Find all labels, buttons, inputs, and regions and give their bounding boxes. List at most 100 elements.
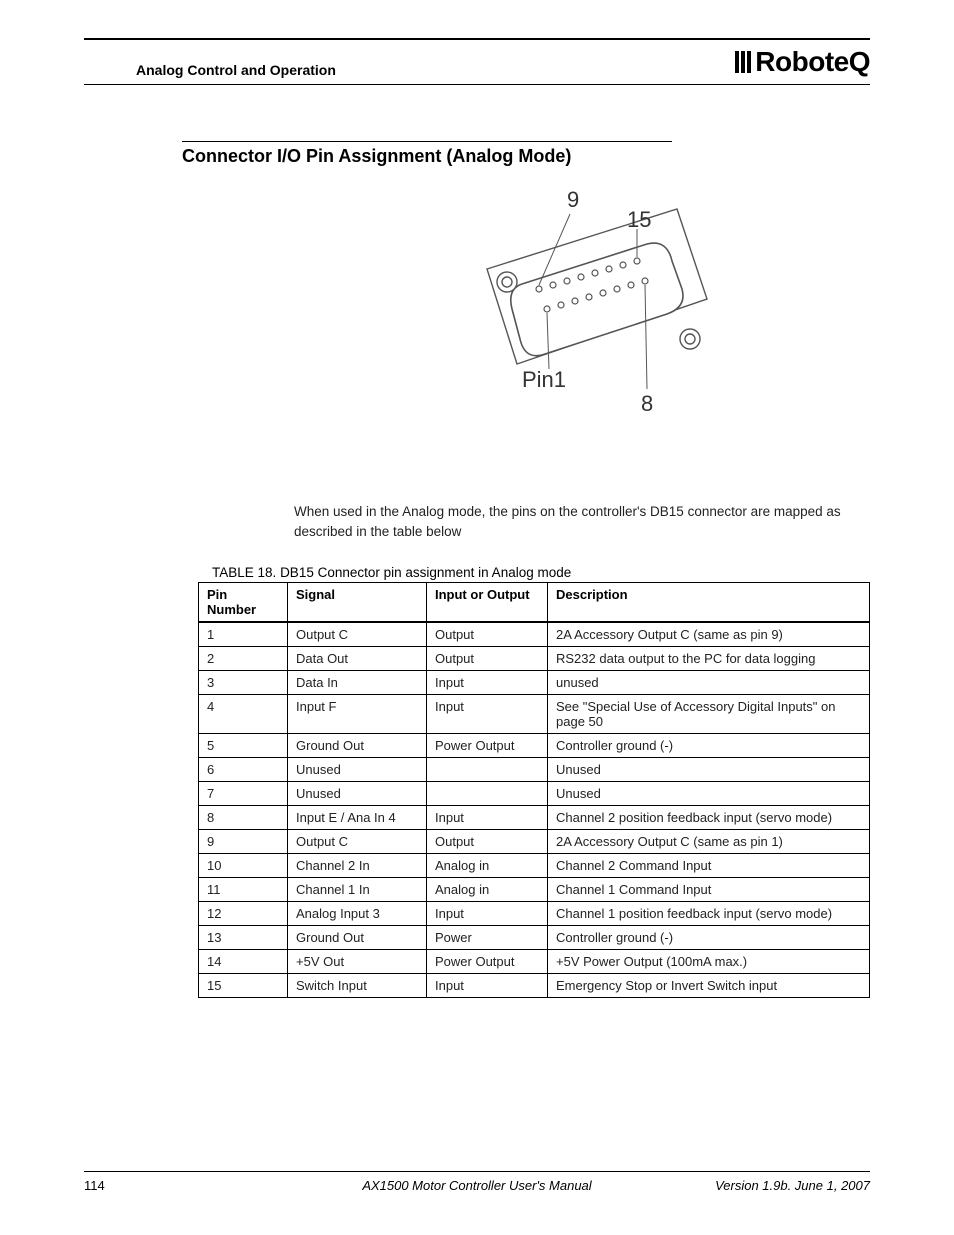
cell-desc: RS232 data output to the PC for data log…: [548, 647, 870, 671]
th-desc: Description: [548, 583, 870, 623]
cell-signal: Data Out: [288, 647, 427, 671]
cell-pin: 7: [199, 782, 288, 806]
page: Analog Control and Operation RoboteQ Con…: [0, 0, 954, 1235]
table-row: 5Ground OutPower OutputController ground…: [199, 734, 870, 758]
cell-pin: 1: [199, 622, 288, 647]
cell-io: Output: [427, 622, 548, 647]
section-title-wrap: Connector I/O Pin Assignment (Analog Mod…: [182, 141, 672, 167]
cell-signal: Ground Out: [288, 926, 427, 950]
brand-text: RoboteQ: [755, 46, 870, 78]
cell-pin: 13: [199, 926, 288, 950]
table-row: 14+5V OutPower Output+5V Power Output (1…: [199, 950, 870, 974]
table-row: 12Analog Input 3InputChannel 1 position …: [199, 902, 870, 926]
cell-signal: Ground Out: [288, 734, 427, 758]
cell-pin: 4: [199, 695, 288, 734]
table-caption: TABLE 18. DB15 Connector pin assignment …: [212, 565, 882, 580]
db15-connector-icon: 9 15 Pin1 8: [467, 189, 747, 439]
cell-signal: Unused: [288, 758, 427, 782]
logo-bars-icon: [735, 51, 751, 73]
cell-pin: 5: [199, 734, 288, 758]
cell-pin: 9: [199, 830, 288, 854]
cell-pin: 15: [199, 974, 288, 998]
table-row: 11Channel 1 InAnalog inChannel 1 Command…: [199, 878, 870, 902]
cell-signal: +5V Out: [288, 950, 427, 974]
cell-desc: 2A Accessory Output C (same as pin 9): [548, 622, 870, 647]
cell-signal: Channel 1 In: [288, 878, 427, 902]
table-row: 3Data InInputunused: [199, 671, 870, 695]
content: Connector I/O Pin Assignment (Analog Mod…: [72, 85, 882, 998]
cell-io: Input: [427, 671, 548, 695]
cell-signal: Data In: [288, 671, 427, 695]
cell-signal: Switch Input: [288, 974, 427, 998]
table-row: 6UnusedUnused: [199, 758, 870, 782]
table-row: 7UnusedUnused: [199, 782, 870, 806]
cell-io: Input: [427, 695, 548, 734]
cell-pin: 14: [199, 950, 288, 974]
cell-signal: Unused: [288, 782, 427, 806]
pin-label-pin1: Pin1: [522, 367, 566, 392]
cell-io: Input: [427, 806, 548, 830]
pin-label-15: 15: [627, 207, 651, 232]
cell-signal: Analog Input 3: [288, 902, 427, 926]
th-pin: Pin Number: [199, 583, 288, 623]
table-caption-text: DB15 Connector pin assignment in Analog …: [280, 565, 571, 580]
cell-desc: Controller ground (-): [548, 926, 870, 950]
brand-logo: RoboteQ: [735, 46, 870, 78]
cell-desc: Emergency Stop or Invert Switch input: [548, 974, 870, 998]
cell-desc: Channel 2 position feedback input (servo…: [548, 806, 870, 830]
cell-desc: Unused: [548, 758, 870, 782]
cell-pin: 8: [199, 806, 288, 830]
footer: 114 AX1500 Motor Controller User's Manua…: [84, 1171, 870, 1193]
th-signal: Signal: [288, 583, 427, 623]
cell-io: Analog in: [427, 878, 548, 902]
cell-signal: Output C: [288, 622, 427, 647]
table-row: 15Switch InputInputEmergency Stop or Inv…: [199, 974, 870, 998]
cell-pin: 6: [199, 758, 288, 782]
table-row: 9Output COutput2A Accessory Output C (sa…: [199, 830, 870, 854]
table-row: 8Input E / Ana In 4InputChannel 2 positi…: [199, 806, 870, 830]
cell-pin: 3: [199, 671, 288, 695]
pin-label-8: 8: [641, 391, 653, 416]
table-row: 1Output COutput2A Accessory Output C (sa…: [199, 622, 870, 647]
cell-pin: 10: [199, 854, 288, 878]
cell-io: Power Output: [427, 734, 548, 758]
cell-desc: +5V Power Output (100mA max.): [548, 950, 870, 974]
top-rule: [84, 38, 870, 40]
cell-pin: 12: [199, 902, 288, 926]
th-io: Input or Output: [427, 583, 548, 623]
cell-io: Power Output: [427, 950, 548, 974]
table-header-row: Pin Number Signal Input or Output Descri…: [199, 583, 870, 623]
cell-io: Output: [427, 830, 548, 854]
cell-signal: Channel 2 In: [288, 854, 427, 878]
intro-paragraph: When used in the Analog mode, the pins o…: [294, 502, 882, 541]
cell-signal: Output C: [288, 830, 427, 854]
table-row: 4Input FInputSee "Special Use of Accesso…: [199, 695, 870, 734]
cell-io: Input: [427, 902, 548, 926]
cell-pin: 2: [199, 647, 288, 671]
cell-desc: Controller ground (-): [548, 734, 870, 758]
table-row: 13Ground OutPowerController ground (-): [199, 926, 870, 950]
cell-io: Power: [427, 926, 548, 950]
table-caption-prefix: TABLE 18.: [212, 565, 276, 580]
table-row: 10Channel 2 InAnalog inChannel 2 Command…: [199, 854, 870, 878]
cell-io: [427, 782, 548, 806]
header-row: Analog Control and Operation RoboteQ: [84, 46, 870, 85]
cell-desc: Channel 1 Command Input: [548, 878, 870, 902]
pin-label-9: 9: [567, 189, 579, 212]
cell-desc: unused: [548, 671, 870, 695]
cell-pin: 11: [199, 878, 288, 902]
connector-figure: 9 15 Pin1 8: [332, 189, 882, 442]
section-title: Connector I/O Pin Assignment (Analog Mod…: [182, 146, 672, 167]
cell-desc: See "Special Use of Accessory Digital In…: [548, 695, 870, 734]
cell-signal: Input E / Ana In 4: [288, 806, 427, 830]
manual-title: AX1500 Motor Controller User's Manual: [84, 1178, 870, 1193]
cell-desc: Unused: [548, 782, 870, 806]
pin-table: Pin Number Signal Input or Output Descri…: [198, 582, 870, 998]
cell-io: Output: [427, 647, 548, 671]
cell-io: Input: [427, 974, 548, 998]
section-name: Analog Control and Operation: [84, 62, 336, 78]
cell-desc: 2A Accessory Output C (same as pin 1): [548, 830, 870, 854]
table-row: 2Data OutOutputRS232 data output to the …: [199, 647, 870, 671]
cell-io: Analog in: [427, 854, 548, 878]
cell-io: [427, 758, 548, 782]
